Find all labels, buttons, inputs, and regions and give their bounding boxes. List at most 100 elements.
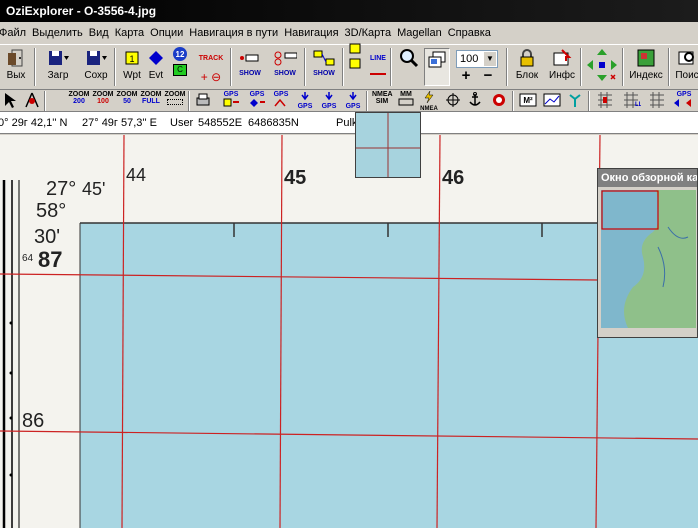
line-button[interactable]: LINE — [368, 47, 388, 87]
event-button[interactable]: Evt — [144, 47, 168, 87]
menu-options[interactable]: Опции — [150, 27, 189, 39]
show-events-button[interactable]: SHOW — [270, 47, 300, 87]
name-tags-icon — [344, 43, 368, 69]
track-plus-minus-icon: + ⊖ — [200, 70, 222, 84]
grid-label: User — [170, 117, 194, 129]
separator — [506, 48, 508, 86]
moving-map-button[interactable]: MM — [396, 91, 416, 111]
grid-toggle-icon[interactable] — [594, 91, 616, 111]
lat-30-label: 30' — [34, 226, 60, 248]
zoom-box-button[interactable]: ZOOM — [164, 91, 186, 111]
arrows-icon — [585, 47, 619, 83]
gps-download-routes-button[interactable]: GPS — [318, 91, 340, 111]
m2-icon[interactable]: M² — [518, 91, 538, 111]
zoom-50-button[interactable]: ZOOM 50 — [116, 91, 138, 111]
menu-moving-nav[interactable]: Навигация в пути — [189, 27, 284, 39]
svg-text:LL: LL — [635, 102, 641, 108]
separator — [188, 91, 190, 111]
signal-icon[interactable] — [566, 91, 584, 111]
grid-86-label: 86 — [22, 410, 44, 432]
col-45-label: 45 — [284, 167, 306, 189]
ll-grid-icon[interactable]: LL — [620, 91, 643, 111]
crosshair-icon[interactable] — [444, 91, 462, 111]
gps-upload-events-button[interactable]: GPS — [246, 91, 268, 111]
routes-show-icon — [312, 47, 336, 69]
exit-button[interactable]: Вых — [2, 47, 30, 87]
gps-extra-button[interactable]: GPS — [670, 91, 698, 111]
info-button[interactable]: Инфс — [546, 47, 578, 87]
overview-map[interactable] — [598, 187, 697, 335]
event-diamond-icon — [144, 47, 168, 69]
lock-button[interactable]: Блок — [512, 47, 542, 87]
menu-help[interactable]: Справка — [448, 27, 497, 39]
menu-map[interactable]: Карта — [115, 27, 150, 39]
route-number-icon: 12 — [168, 47, 192, 61]
overview-window-button[interactable] — [424, 48, 450, 86]
gps-download-tracks-button[interactable]: GPS — [294, 91, 316, 111]
grid-87-label: 87 — [38, 247, 62, 272]
title-bar: OziExplorer - O-3556-4.jpg — [0, 0, 698, 22]
print-icon[interactable] — [194, 91, 212, 111]
search-button[interactable]: Поис — [672, 47, 698, 87]
graph-icon[interactable] — [542, 91, 562, 111]
lat-min-label: 45' — [82, 179, 105, 199]
menu-select[interactable]: Выделить — [32, 27, 89, 39]
plus-icon: + — [461, 67, 471, 84]
index-map-icon — [634, 47, 658, 69]
load-button[interactable]: Загр — [44, 47, 72, 87]
gps-route-icon — [274, 98, 286, 107]
separator — [304, 48, 306, 86]
separator — [512, 91, 514, 111]
track-button[interactable]: TRACK + ⊖ — [194, 47, 228, 87]
gps-arrows-icon — [674, 99, 691, 107]
menu-view[interactable]: Вид — [89, 27, 115, 39]
other-grid-icon[interactable] — [646, 91, 668, 111]
move-map-button[interactable] — [584, 47, 620, 87]
separator — [230, 48, 232, 86]
map-canvas[interactable]: 27° 45' 44 58° 30' 64 87 86 45 46 — [0, 135, 698, 528]
menu-3d[interactable]: 3D/Карта — [345, 27, 398, 39]
gps-upload-routes-button[interactable]: GPS — [270, 91, 292, 111]
nmea-button[interactable]: NMEA — [420, 90, 438, 112]
index-button[interactable]: Индекс — [626, 47, 666, 87]
pointer-icon[interactable] — [2, 91, 18, 111]
menu-navigation[interactable]: Навигация — [284, 27, 344, 39]
menu-file[interactable]: Файл — [0, 27, 32, 39]
lifebuoy-icon[interactable] — [490, 91, 508, 111]
show-routes-button[interactable]: SHOW — [310, 47, 338, 87]
waypoint-button[interactable]: 1 Wpt — [120, 47, 144, 87]
separator — [114, 48, 116, 86]
lock-icon — [515, 47, 539, 69]
gps-upload-waypoints-button[interactable]: GPS — [220, 91, 242, 111]
overview-title: Окно обзорной карты — [598, 169, 697, 187]
window-title: OziExplorer - O-3556-4.jpg — [6, 4, 157, 18]
coordinates-bar: 0° 29г 42,1'' N 27° 49г 57,3'' E User 54… — [0, 112, 698, 134]
zoom-100-button[interactable]: ZOOM 100 — [92, 91, 114, 111]
name-tags-button[interactable] — [344, 43, 368, 87]
menu-bar: Файл Выделить Вид Карта Опции Навигация … — [0, 23, 698, 43]
northing-readout: 6486835N — [248, 117, 299, 129]
zoom-200-button[interactable]: ZOOM 200 — [68, 91, 90, 111]
overview-window[interactable]: Окно обзорной карты — [597, 168, 698, 338]
gps-download-waypoints-button[interactable]: GPS — [342, 91, 364, 111]
anchor-icon[interactable] — [466, 91, 484, 111]
magnifier-button[interactable] — [396, 47, 422, 87]
zoom-in-button[interactable]: + — [458, 67, 474, 85]
save-button[interactable]: Сохр — [82, 47, 110, 87]
gps-download-icon — [301, 92, 309, 101]
exit-icon — [4, 47, 28, 69]
show-waypoints-button[interactable]: SHOW — [236, 47, 264, 87]
zoom-full-button[interactable]: ZOOM FULL — [140, 91, 162, 111]
menu-magellan[interactable]: Magellan — [397, 27, 448, 39]
lat-deg-label: 27° — [46, 178, 76, 200]
nmea-sim-button[interactable]: NMEA SIM — [372, 91, 393, 111]
zoom-select[interactable]: 100 ▼ — [456, 50, 498, 68]
floppy-load-icon — [46, 47, 70, 69]
zoom-out-button[interactable]: − — [480, 68, 496, 85]
separator — [668, 48, 670, 86]
moving-map-icon — [398, 98, 414, 106]
route-button[interactable]: 12 C — [168, 47, 192, 87]
waypoints-show-icon — [238, 47, 262, 69]
separator — [34, 48, 36, 86]
measure-icon[interactable] — [22, 91, 42, 111]
